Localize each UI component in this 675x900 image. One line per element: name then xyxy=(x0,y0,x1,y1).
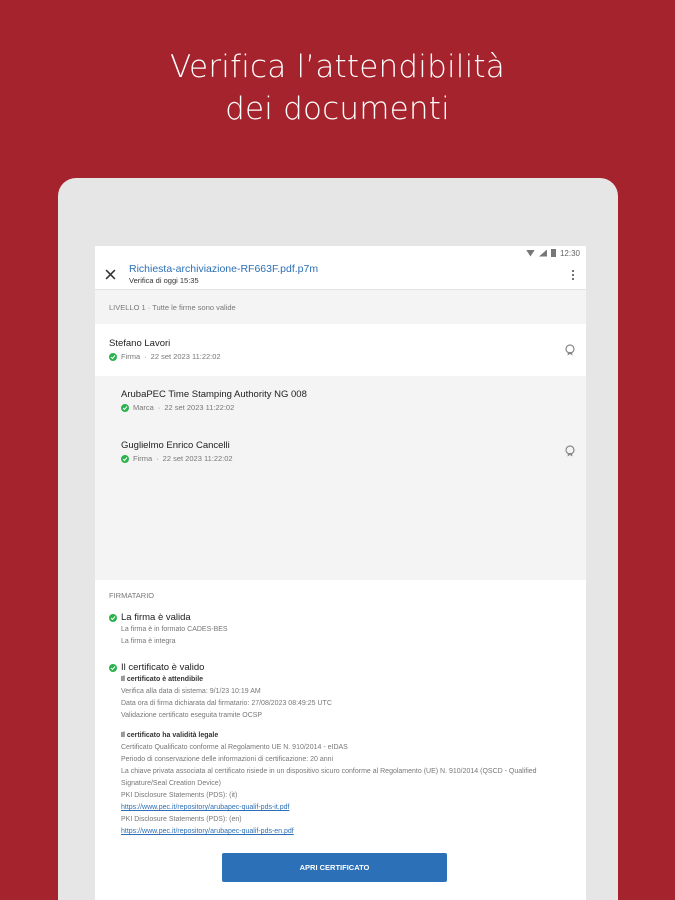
signature-date: 22 set 2023 11:22:02 xyxy=(150,352,221,361)
legal-line: PKI Disclosure Statements (PDS): (it) xyxy=(121,792,238,799)
signal-icon xyxy=(538,249,547,257)
seal-icon xyxy=(565,344,575,356)
certificate-status-heading: Il certificato è valido xyxy=(121,662,205,673)
close-icon xyxy=(105,269,115,280)
verification-time: Verifica di oggi 15:35 xyxy=(129,276,199,285)
headline: Verifica l’attendibilità dei documenti xyxy=(0,46,675,130)
more-vert-icon xyxy=(572,269,574,281)
certificate-status: Il certificato è valido xyxy=(109,662,572,674)
check-circle-icon xyxy=(121,403,129,412)
legal-line: La chiave privata associata al certifica… xyxy=(121,768,537,787)
legal-line: Certificato Qualificato conforme al Rego… xyxy=(121,744,348,751)
legal-line: Periodo di conservazione delle informazi… xyxy=(121,756,334,763)
file-name: Richiesta-archiviazione-RF663F.pdf.p7m xyxy=(129,263,319,275)
check-circle-icon xyxy=(109,664,117,672)
signer-name: Guglielmo Enrico Cancelli xyxy=(121,440,230,451)
pds-it-link[interactable]: https://www.pec.it/repository/arubapec-q… xyxy=(121,802,572,814)
legal-title: Il certificato ha validità legale xyxy=(121,732,219,739)
signature-status-heading: La firma è valida xyxy=(121,612,191,623)
status-bar: 12:30 xyxy=(95,246,586,260)
signature-item[interactable]: Guglielmo Enrico Cancelli Firma · 22 set… xyxy=(95,427,586,478)
status-time: 12:30 xyxy=(559,248,580,258)
empty-area xyxy=(95,478,586,580)
battery-icon xyxy=(550,249,556,257)
check-circle-icon xyxy=(109,614,117,622)
signature-item[interactable]: ArubaPEC Time Stamping Authority NG 008 … xyxy=(95,376,586,427)
signatures-panel: LIVELLO 1 · Tutte le firme sono valide S… xyxy=(95,290,586,580)
trust-line: Data ora di firma dichiarata dal firmata… xyxy=(121,700,332,707)
signature-type: Firma xyxy=(133,454,153,463)
trust-line: Verifica alla data di sistema: 9/1/23 10… xyxy=(121,688,261,695)
signature-type: Marca xyxy=(133,403,154,412)
level-label: LIVELLO 1 · Tutte le firme sono valide xyxy=(109,302,236,312)
seal-icon xyxy=(565,445,575,457)
close-button[interactable] xyxy=(95,260,125,290)
wifi-icon xyxy=(525,249,535,257)
signature-status: La firma è valida xyxy=(109,612,572,624)
section-title: FIRMATARIO xyxy=(109,591,155,600)
trust-line: Validazione certificato eseguita tramite… xyxy=(121,712,263,719)
status-line: La firma è in formato CADES-BES xyxy=(121,626,228,633)
signer-name: ArubaPEC Time Stamping Authority NG 008 xyxy=(121,389,307,400)
signer-name: Stefano Lavori xyxy=(109,338,171,349)
signature-date: 22 set 2023 11:22:02 xyxy=(162,454,233,463)
legal-line: PKI Disclosure Statements (PDS): (en) xyxy=(121,816,242,823)
app-bar: Richiesta-archiviazione-RF663F.pdf.p7m V… xyxy=(95,260,586,290)
headline-line-2: dei documenti xyxy=(225,91,450,127)
open-certificate-button[interactable]: APRI CERTIFICATO xyxy=(222,853,447,882)
more-options-button[interactable] xyxy=(560,260,586,290)
signature-item[interactable]: Stefano Lavori Firma · 22 set 2023 11:22… xyxy=(95,324,586,376)
check-circle-icon xyxy=(121,454,129,463)
check-circle-icon xyxy=(109,352,117,361)
signature-date: 22 set 2023 11:22:02 xyxy=(164,403,235,412)
status-line: La firma è integra xyxy=(121,638,176,645)
pds-en-link[interactable]: https://www.pec.it/repository/arubapec-q… xyxy=(121,826,572,838)
headline-line-1: Verifica l’attendibilità xyxy=(170,49,505,85)
app-screen: 12:30 Richiesta-archiviazione-RF663F.pdf… xyxy=(95,246,586,900)
trust-title: Il certificato è attendibile xyxy=(121,676,204,683)
signature-type: Firma xyxy=(121,352,141,361)
signer-details: FIRMATARIO La firma è valida La firma è … xyxy=(95,580,586,838)
